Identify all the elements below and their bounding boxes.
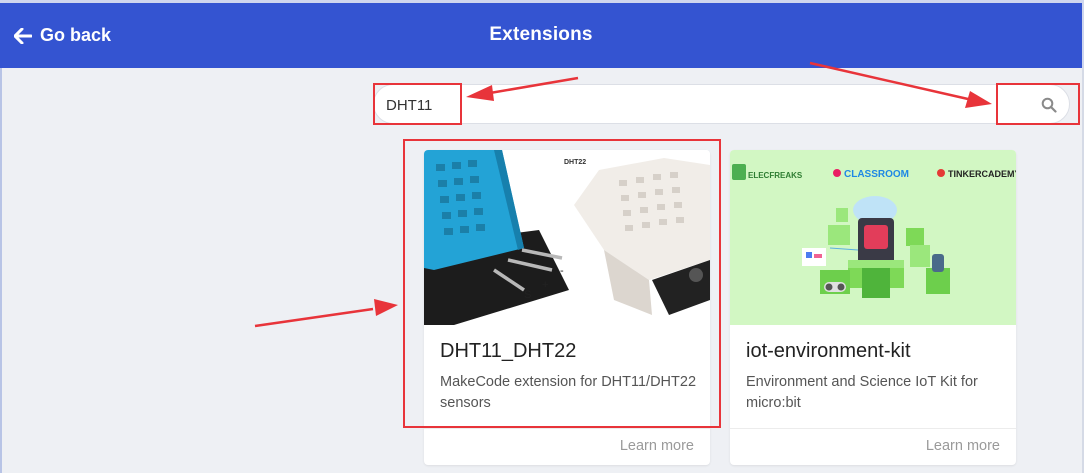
extension-description: MakeCode extension for DHT11/DHT22 senso… xyxy=(440,374,697,411)
iot-kit-image: ELECFREAKS CLASSROOM TINKERCADEMY xyxy=(730,150,1016,325)
search-icon xyxy=(1041,97,1057,113)
svg-text:S: S xyxy=(524,289,531,301)
search-input[interactable] xyxy=(384,93,988,117)
classroom-logo-text: CLASSROOM xyxy=(844,169,909,180)
arrow-head-icon xyxy=(374,299,398,316)
top-bar: Go back Extensions xyxy=(0,0,1084,68)
card-divider xyxy=(730,428,1016,429)
learn-more-link[interactable]: Learn more xyxy=(620,438,694,454)
search-button[interactable] xyxy=(1036,93,1062,117)
svg-text:-: - xyxy=(560,265,564,277)
tinkercademy-logo-icon xyxy=(937,169,945,177)
extension-name: iot-environment-kit xyxy=(746,340,911,362)
elecfreaks-logo-icon xyxy=(732,164,746,180)
elecfreaks-logo-text: ELECFREAKS xyxy=(748,171,803,180)
dht-sensor-image: DHT22 S + - xyxy=(424,150,710,325)
learn-more-link[interactable]: Learn more xyxy=(926,438,1000,454)
card-divider xyxy=(424,428,710,429)
extension-name: DHT11_DHT22 xyxy=(440,340,577,362)
extension-card-dht11-dht22[interactable]: DHT22 S + - DHT11_DHT22 MakeCode extensi… xyxy=(424,150,710,465)
svg-text:+: + xyxy=(542,279,548,291)
page-title: Extensions xyxy=(489,24,593,45)
classroom-logo-icon xyxy=(833,169,841,177)
dht22-label: DHT22 xyxy=(564,159,586,166)
extension-description: Environment and Science IoT Kit for micr… xyxy=(746,374,978,411)
left-border xyxy=(0,68,2,473)
tinkercademy-logo-text: TINKERCADEMY xyxy=(948,169,1016,179)
extension-card-iot-environment-kit[interactable]: ELECFREAKS CLASSROOM TINKERCADEMY iot-en… xyxy=(730,150,1016,465)
